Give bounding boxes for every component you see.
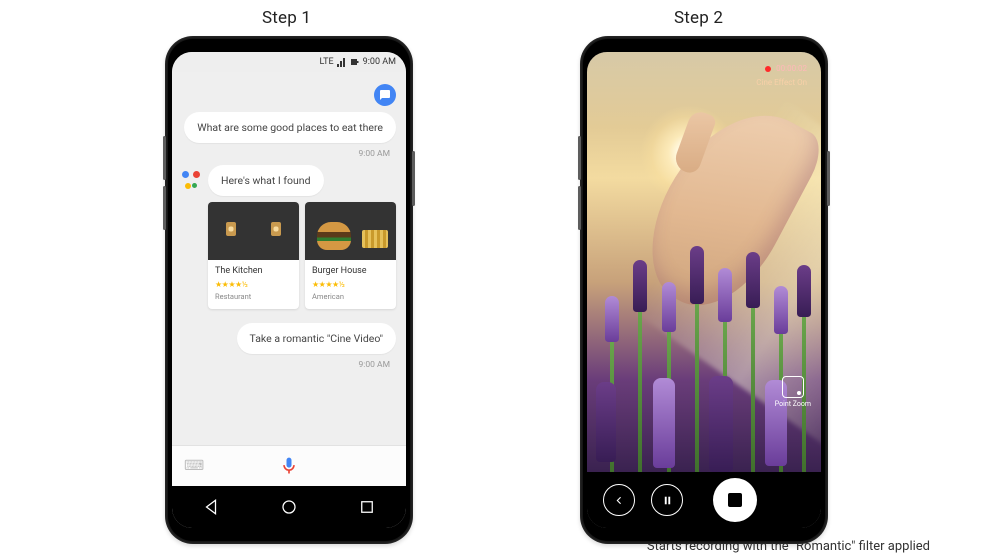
clock: 9:00 AM — [363, 57, 396, 67]
card-thumb-burger — [305, 202, 396, 260]
cine-effect-label: Cine Effect On — [756, 78, 807, 87]
nav-home-icon[interactable] — [280, 498, 298, 516]
android-nav — [172, 486, 406, 528]
record-dot-icon — [765, 66, 771, 72]
card-title: Burger House — [312, 266, 389, 276]
battery-icon — [350, 57, 360, 67]
power-button[interactable] — [827, 151, 830, 206]
nav-recent-icon[interactable] — [358, 498, 376, 516]
mic-icon[interactable] — [279, 456, 299, 476]
camera-controls — [587, 472, 821, 528]
card-rating: ★★★★½ — [312, 280, 389, 289]
timestamp-2: 9:00 AM — [188, 360, 390, 370]
assistant-chat[interactable]: What are some good places to eat there 9… — [172, 72, 406, 446]
nav-back-icon[interactable] — [202, 498, 220, 516]
assistant-logo-icon — [182, 171, 200, 189]
input-bar[interactable]: ⌨ — [172, 445, 406, 486]
user-message-2: Take a romantic "Cine Video" — [237, 323, 396, 354]
card-category: Restaurant — [215, 292, 292, 301]
status-bar: LTE 9:00 AM — [172, 52, 406, 72]
card-category: American — [312, 292, 389, 301]
vol-down[interactable] — [163, 186, 166, 230]
carrier-label: LTE — [320, 57, 334, 67]
camera-back-button[interactable] — [603, 484, 635, 516]
vol-down[interactable] — [578, 186, 581, 230]
timestamp-1: 9:00 AM — [188, 149, 390, 159]
user-message-1: What are some good places to eat there — [184, 112, 396, 143]
step1-label: Step 1 — [262, 8, 311, 28]
card-rating: ★★★★½ — [215, 280, 292, 289]
phone-camera: 00:00:02 Cine Effect On Point Zoom — [580, 36, 828, 544]
card-title: The Kitchen — [215, 266, 292, 276]
step2-label: Step 2 — [674, 8, 723, 28]
vol-up[interactable] — [578, 136, 581, 180]
camera-viewport[interactable]: 00:00:02 Cine Effect On Point Zoom — [587, 52, 821, 472]
signal-icon — [337, 57, 347, 67]
stop-button[interactable] — [713, 478, 757, 522]
card-thumb-restaurant — [208, 202, 299, 260]
point-zoom-icon — [782, 376, 804, 398]
record-time: 00:00:02 — [776, 64, 807, 73]
result-card-0[interactable]: The Kitchen ★★★★½ Restaurant — [208, 202, 299, 309]
pause-button[interactable] — [651, 484, 683, 516]
power-button[interactable] — [412, 151, 415, 206]
phone-assistant: LTE 9:00 AM What are some good places to… — [165, 36, 413, 544]
result-card-1[interactable]: Burger House ★★★★½ American — [305, 202, 396, 309]
point-zoom-button[interactable]: Point Zoom — [775, 376, 811, 408]
keyboard-icon[interactable]: ⌨ — [184, 458, 204, 474]
messages-icon[interactable] — [374, 84, 396, 106]
vol-up[interactable] — [163, 136, 166, 180]
recording-indicator: 00:00:02 — [765, 64, 807, 73]
point-zoom-label: Point Zoom — [775, 400, 811, 408]
assistant-reply: Here's what I found — [208, 165, 324, 196]
